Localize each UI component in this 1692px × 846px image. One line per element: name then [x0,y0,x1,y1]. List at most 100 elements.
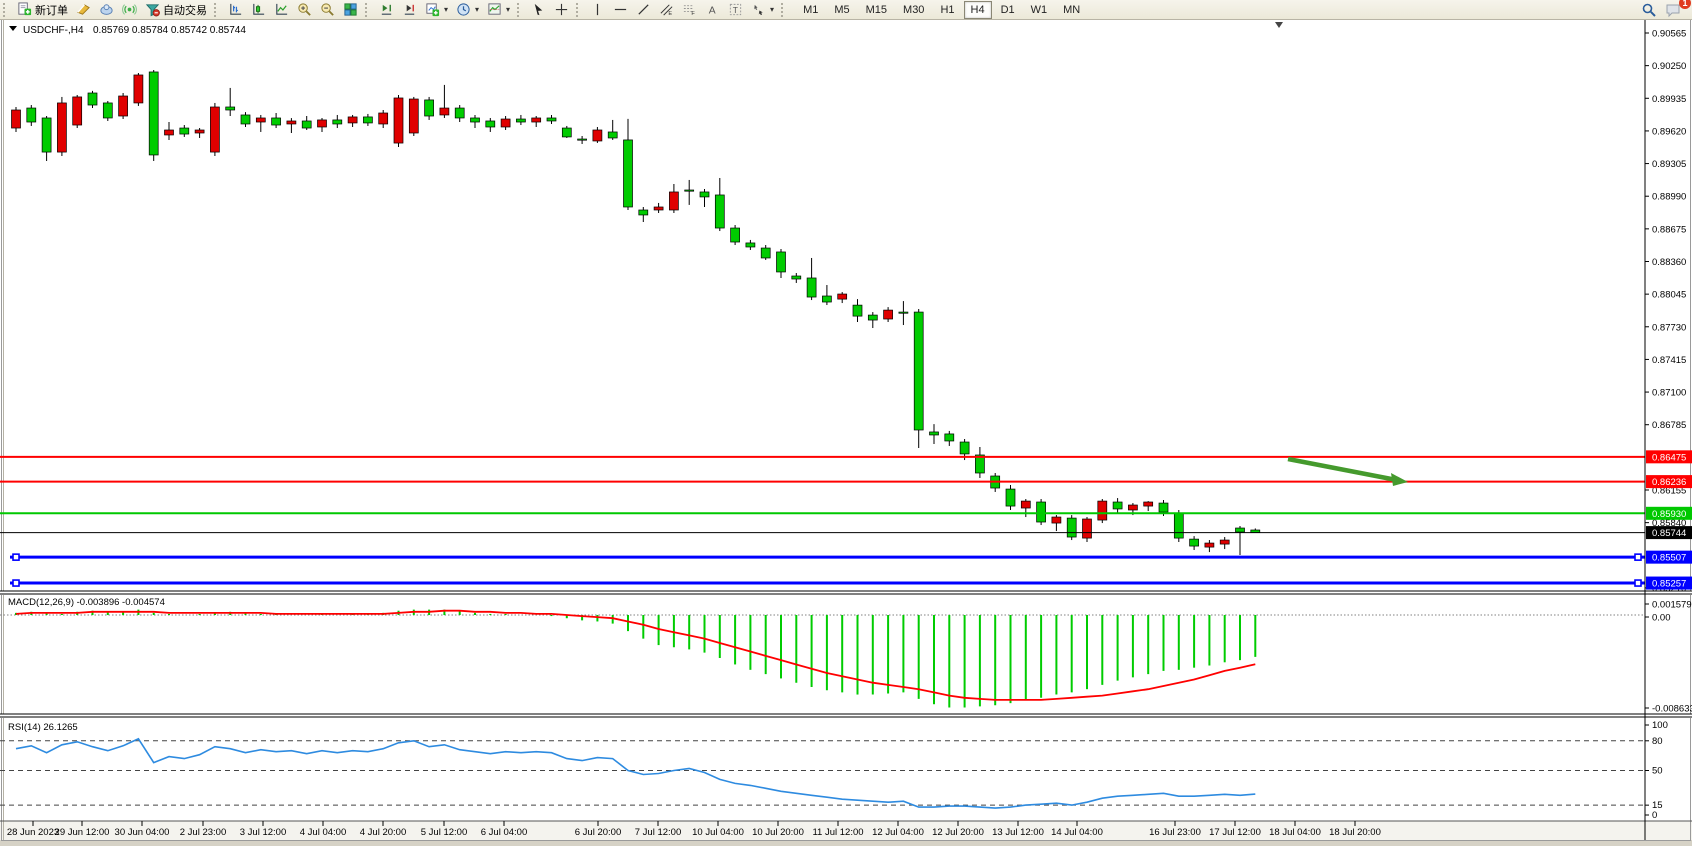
market-watch-button[interactable] [95,0,118,20]
search-button[interactable] [1637,0,1661,20]
candle [715,195,724,228]
chat-button[interactable]: 1 [1661,0,1686,20]
candle [853,305,862,316]
candle [731,228,740,242]
time-tick-label: 14 Jul 04:00 [1051,827,1103,838]
vertical-line-tool-button[interactable] [586,0,609,20]
candle [807,278,816,297]
timeframe-button-h4[interactable]: H4 [964,1,992,19]
candle [425,100,434,116]
chart-canvas[interactable]: MACD(12,26,9) -0.003896 -0.004574RSI(14)… [0,0,1692,846]
candle [88,93,97,105]
timeframe-button-w1[interactable]: W1 [1024,1,1055,19]
toolbar-grip [517,3,524,17]
auto-trading-label: 自动交易 [163,2,207,18]
auto-trading-button[interactable]: 自动交易 [141,0,211,20]
candle [394,98,403,143]
macd-tick-label: -0.008633 [1652,704,1692,715]
candle [838,294,847,299]
indicators-button[interactable]: ▾ [483,0,514,20]
text-label-icon: T [728,2,743,17]
price-level-label: 0.85507 [1652,553,1686,564]
svg-text:F: F [691,11,695,17]
new-chart-icon [425,2,440,17]
candle [1113,502,1122,509]
timeframe-button-h1[interactable]: H1 [933,1,961,19]
dropdown-caret: ▾ [506,5,510,14]
candle [914,312,923,430]
candle [945,434,954,441]
fibonacci-tool-button[interactable]: F [678,0,701,20]
candle [1144,502,1153,506]
line-selection-handle[interactable] [13,554,19,560]
horizontal-line-tool-button[interactable] [609,0,632,20]
signals-button[interactable] [118,0,141,20]
candle [57,103,66,152]
candle [1052,517,1061,523]
new-order-icon [17,2,32,17]
candle [639,210,648,215]
crosshair-tool-button[interactable] [550,0,573,20]
zoom-out-button[interactable] [316,0,339,20]
line-chart-button[interactable] [270,0,293,20]
text-label-tool-button[interactable]: T [724,0,747,20]
time-tick-label: 16 Jul 23:00 [1149,827,1201,838]
candle [149,72,158,155]
new-chart-button[interactable]: ▾ [421,0,452,20]
candle [165,130,174,135]
text-icon: A [705,2,720,17]
candle [333,120,342,124]
line-selection-handle[interactable] [13,580,19,586]
timeframe-button-m15[interactable]: M15 [859,1,894,19]
dropdown-caret: ▾ [444,5,448,14]
bar-chart-button[interactable] [224,0,247,20]
candle [761,248,770,258]
price-tick-label: 0.90565 [1652,29,1686,40]
svg-text:A: A [709,5,716,16]
timeframe-button-mn[interactable]: MN [1056,1,1087,19]
tile-windows-button[interactable] [339,0,362,20]
cursor-tool-button[interactable] [527,0,550,20]
time-tick-label: 12 Jul 04:00 [872,827,924,838]
candle [27,108,36,122]
new-order-button[interactable]: 新订单 [13,0,72,20]
equidistant-channel-tool-button[interactable]: E [655,0,678,20]
timeframe-button-m5[interactable]: M5 [827,1,856,19]
timeframe-button-m1[interactable]: M1 [796,1,825,19]
candlestick-chart-button[interactable] [247,0,270,20]
ohlc-values: 0.85769 0.85784 0.85742 0.85744 [93,25,246,36]
price-tick-label: 0.88990 [1652,192,1686,203]
candle [700,192,709,197]
timeframe-button-m30[interactable]: M30 [896,1,931,19]
clock-icon [456,2,471,17]
chart-header: USDCHF-,H40.85769 0.85784 0.85742 0.8574… [9,25,246,36]
auto-scroll-button[interactable] [375,0,398,20]
history-center-button[interactable] [72,0,95,20]
timeframe-button-d1[interactable]: D1 [994,1,1022,19]
dropdown-caret: ▾ [475,5,479,14]
macd-tick-label: 0.001579 [1652,600,1692,611]
profiles-button[interactable]: ▾ [452,0,483,20]
arrows-tool-button[interactable]: ▾ [747,0,778,20]
toolbar-right-group: 1 [1637,0,1686,20]
timeframe-group: M1M5M15M30H1H4D1W1MN [795,1,1088,19]
line-selection-handle[interactable] [1635,580,1641,586]
toolbar-grip [781,3,788,17]
candle [210,107,219,152]
candle [272,118,281,125]
candle [1083,519,1092,538]
text-tool-button[interactable]: A [701,0,724,20]
candlestick-chart-icon [251,2,266,17]
rsi-title: RSI(14) 26.1265 [8,722,78,733]
price-tick-label: 0.89935 [1652,94,1686,105]
candle [532,118,541,122]
notification-badge: 1 [1679,0,1691,9]
chart-shift-button[interactable] [398,0,421,20]
zoom-in-button[interactable] [293,0,316,20]
trendline-tool-button[interactable] [632,0,655,20]
candle [287,121,296,124]
fibonacci-icon: F [682,2,697,17]
time-tick-label: 2 Jul 23:00 [180,827,226,838]
candle [1159,503,1168,512]
line-selection-handle[interactable] [1635,554,1641,560]
